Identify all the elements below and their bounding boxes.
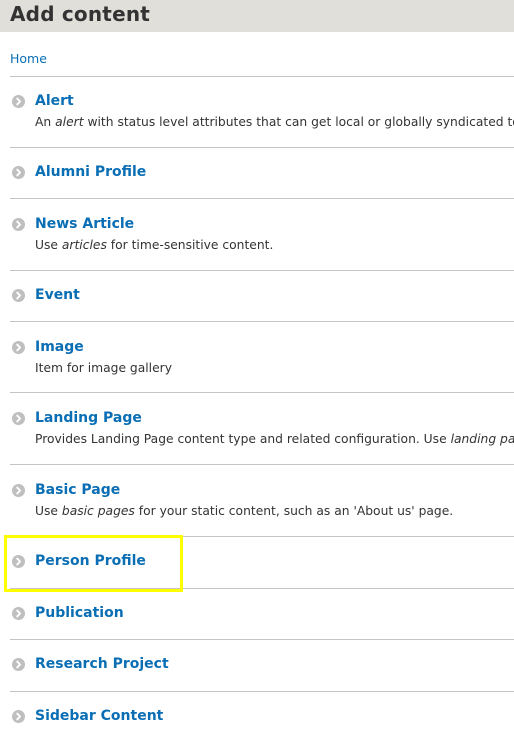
- description-text: Use: [35, 504, 62, 518]
- content-type-link[interactable]: Basic Page: [35, 481, 120, 499]
- item-divider: [10, 536, 514, 537]
- content-type-link[interactable]: Research Project: [35, 655, 169, 673]
- description-text: Use: [35, 238, 62, 252]
- content-type-item: Sidebar Content: [0, 707, 514, 729]
- content-type-item: Landing Page Provides Landing Page conten…: [0, 409, 514, 449]
- content-type-item: Image Item for image gallery: [0, 338, 514, 378]
- content-type-link[interactable]: Event: [35, 286, 80, 304]
- content-type-link[interactable]: Sidebar Content: [35, 707, 163, 725]
- content-type-item: Person Profile: [0, 552, 514, 574]
- content-type-link[interactable]: News Article: [35, 215, 134, 233]
- chevron-right-circle-icon: [12, 607, 25, 620]
- item-divider: [10, 588, 514, 589]
- chevron-right-circle-icon: [12, 95, 25, 108]
- content-type-link[interactable]: Publication: [35, 604, 124, 622]
- content-type-item: News Article Use articles for time-sensit…: [0, 215, 514, 255]
- item-divider: [10, 464, 514, 465]
- content-type-link[interactable]: Image: [35, 338, 84, 356]
- item-divider: [10, 198, 514, 199]
- content-type-item: Research Project: [0, 655, 514, 677]
- description-emphasis: basic pages: [61, 504, 135, 518]
- chevron-right-circle-icon: [12, 166, 25, 179]
- content-type-description: Item for image gallery: [35, 360, 172, 376]
- item-divider: [10, 691, 514, 692]
- chevron-right-circle-icon: [12, 412, 25, 425]
- description-text: for your static content, such as an 'Abo…: [134, 504, 454, 518]
- description-text: Item for image gallery: [35, 361, 173, 375]
- chevron-right-circle-icon: [12, 289, 25, 302]
- item-divider: [10, 639, 514, 640]
- description-text: with status level attributes that can ge…: [83, 115, 514, 129]
- description-emphasis: alert: [55, 115, 84, 129]
- content-type-item: Basic Page Use basic pages for your stati…: [0, 481, 514, 521]
- chevron-right-circle-icon: [12, 484, 25, 497]
- item-divider: [10, 321, 514, 322]
- content-type-item: Alert An alert with status level attribut…: [0, 92, 514, 132]
- description-text: for time-sensitive content.: [106, 238, 274, 252]
- content-type-item: Alumni Profile: [0, 163, 514, 185]
- content-type-item: Publication: [0, 604, 514, 626]
- breadcrumb-divider: [10, 76, 514, 77]
- content-type-description: Use basic pages for your static content,…: [35, 503, 453, 519]
- chevron-right-circle-icon: [12, 555, 25, 568]
- content-type-link[interactable]: Alumni Profile: [35, 163, 146, 181]
- content-type-link[interactable]: Landing Page: [35, 409, 142, 427]
- chevron-right-circle-icon: [12, 658, 25, 671]
- description-emphasis: articles: [61, 238, 107, 252]
- description-emphasis: landing page: [450, 432, 514, 446]
- content-type-link[interactable]: Alert: [35, 92, 74, 110]
- content-type-description: An alert with status level attributes th…: [35, 114, 514, 130]
- item-divider: [10, 147, 514, 148]
- page-title: Add content: [10, 2, 151, 26]
- content-type-description: Provides Landing Page content type and r…: [35, 431, 514, 447]
- chevron-right-circle-icon: [12, 710, 25, 723]
- item-divider: [10, 270, 514, 271]
- item-divider: [10, 392, 514, 393]
- content-type-item: Event: [0, 286, 514, 308]
- chevron-right-circle-icon: [12, 218, 25, 231]
- page-header: Add content: [0, 0, 514, 32]
- content-type-link[interactable]: Person Profile: [35, 552, 146, 570]
- description-text: Provides Landing Page content type and r…: [35, 432, 451, 446]
- content-type-description: Use articles for time-sensitive content.: [35, 237, 273, 253]
- description-text: An: [35, 115, 56, 129]
- breadcrumb-home-link[interactable]: Home: [10, 51, 47, 67]
- chevron-right-circle-icon: [12, 341, 25, 354]
